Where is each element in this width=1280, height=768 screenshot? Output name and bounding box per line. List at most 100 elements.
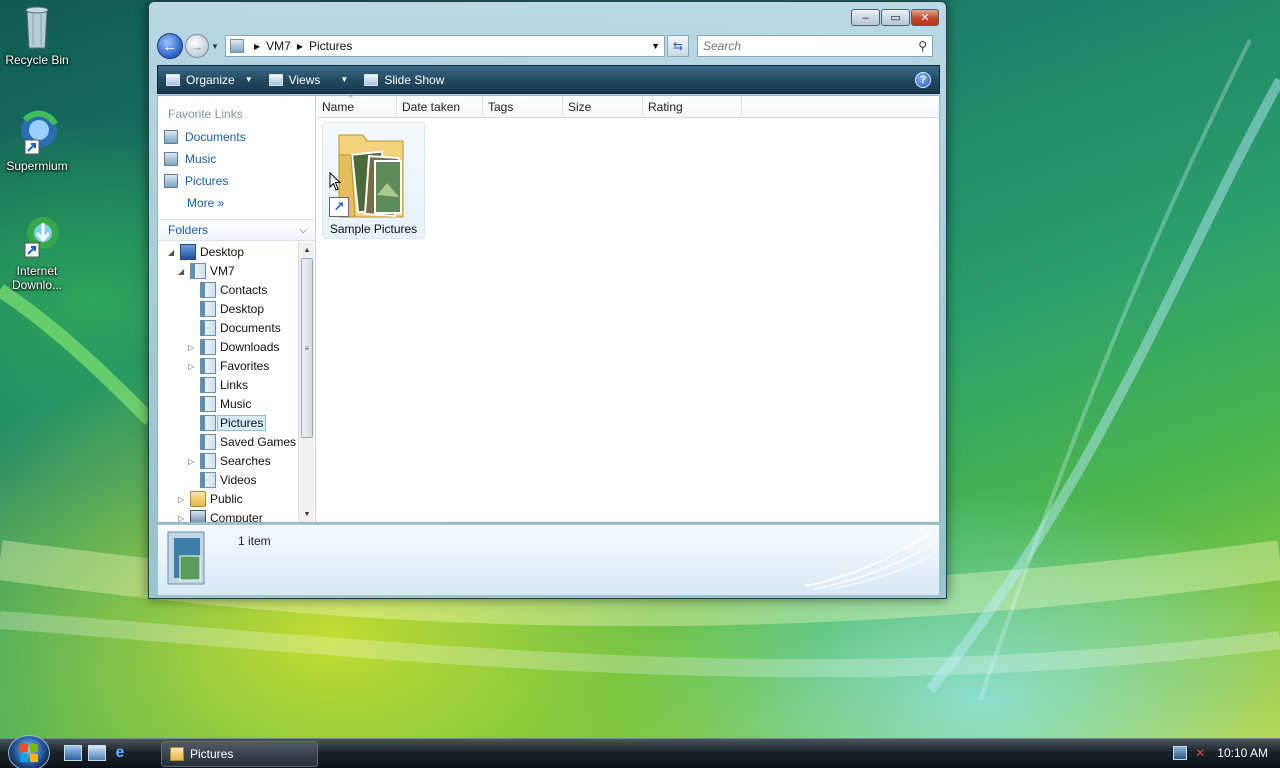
tree-item[interactable]: Desktop	[188, 300, 264, 318]
favorite-link-pictures[interactable]: Pictures	[164, 172, 228, 190]
details-pane-swoosh	[804, 532, 934, 590]
start-button[interactable]	[8, 735, 50, 768]
views-icon	[268, 73, 283, 86]
tree-item[interactable]: ▷ Downloads	[188, 338, 279, 356]
forward-arrow-icon: →	[190, 38, 204, 54]
explorer-body: Favorite Links Documents Music Pictures …	[157, 94, 940, 523]
favorite-link-music[interactable]: Music	[164, 150, 216, 168]
breadcrumb-separator-icon[interactable]: ▶	[297, 42, 303, 51]
search-icon[interactable]: ⚲	[918, 39, 927, 53]
slideshow-button[interactable]: Slide Show	[356, 66, 452, 93]
breadcrumb-current[interactable]: Pictures	[309, 39, 352, 53]
show-desktop-icon[interactable]	[64, 745, 82, 761]
chevron-down-icon: ▼	[340, 75, 349, 84]
tree-item[interactable]: Music	[188, 395, 251, 413]
tree-item[interactable]: ▷ Searches	[188, 452, 271, 470]
column-label: Rating	[648, 99, 683, 114]
tree-item[interactable]: ▷ Computer	[178, 509, 263, 522]
scroll-up-icon[interactable]: ▲	[299, 242, 315, 258]
column-tags[interactable]: Tags	[483, 96, 563, 117]
favorite-link-label: Music	[185, 152, 217, 166]
help-button[interactable]: ?	[915, 71, 931, 88]
more-links-button[interactable]: More »	[187, 196, 224, 210]
folders-title: Folders	[168, 223, 209, 237]
tree-item[interactable]: Saved Games	[188, 433, 296, 451]
search-box[interactable]: ⚲	[697, 35, 933, 57]
breadcrumb-separator-icon[interactable]: ▶	[254, 42, 260, 51]
recent-pages-dropdown[interactable]: ▼	[211, 42, 221, 51]
windows-logo-icon	[20, 744, 38, 762]
organize-button[interactable]: Organize ▼	[158, 66, 261, 93]
tree-item[interactable]: ▷ Favorites	[188, 357, 269, 375]
favorite-link-label: Pictures	[185, 174, 229, 188]
column-date-taken[interactable]: Date taken	[397, 96, 483, 117]
tree-scrollbar[interactable]: ▲ ≡ ▼	[298, 242, 314, 522]
tree-item[interactable]: ◢ Desktop	[168, 243, 244, 261]
close-button[interactable]: ✕	[911, 9, 939, 26]
address-dropdown-icon[interactable]: ▼	[651, 41, 660, 51]
tree-item[interactable]: Contacts	[188, 281, 267, 299]
expand-toggle-icon[interactable]: ◢	[178, 267, 188, 276]
desktop-icon-internet-download-manager[interactable]: Internet Downlo...	[0, 213, 74, 292]
expand-toggle-icon[interactable]: ▷	[188, 362, 198, 371]
breadcrumb-root[interactable]: VM7	[266, 39, 291, 53]
refresh-button[interactable]: ⇆	[667, 35, 689, 57]
tree-item[interactable]: Documents	[188, 319, 281, 337]
pictures-icon	[164, 174, 178, 188]
expand-toggle-icon[interactable]: ◢	[168, 248, 178, 257]
favorite-links-title: Favorite Links	[168, 107, 243, 121]
expand-toggle-icon[interactable]: ▷	[178, 514, 188, 523]
taskbar: e Pictures ✕ 10:10 AM	[0, 735, 1280, 768]
pictures-library-icon	[167, 531, 205, 585]
details-pane: 1 item	[157, 524, 940, 596]
volume-muted-icon[interactable]: ✕	[1195, 746, 1209, 760]
explorer-window[interactable]: – ▭ ✕ ← → ▼ ▶ VM7 ▶ Pictures ▼ ⇆ ⚲ Organ…	[148, 1, 947, 599]
back-button[interactable]: ←	[157, 33, 183, 59]
column-size[interactable]: Size	[563, 96, 643, 117]
window-controls: – ▭ ✕	[851, 9, 939, 26]
expand-toggle-icon[interactable]: ▷	[178, 495, 188, 504]
expand-toggle-icon[interactable]: ▷	[188, 343, 198, 352]
column-rating[interactable]: Rating	[643, 96, 742, 117]
tree-item-label: Desktop	[200, 245, 245, 259]
favorite-link-documents[interactable]: Documents	[164, 128, 246, 146]
maximize-button[interactable]: ▭	[881, 9, 910, 26]
tree-item[interactable]: Videos	[188, 471, 256, 489]
desktop-icon	[180, 244, 196, 260]
tree-item-label: Public	[210, 492, 243, 506]
tree-item-label: Computer	[210, 511, 263, 522]
supermium-icon	[13, 108, 61, 156]
tree-item[interactable]: ◢ VM7	[178, 262, 235, 280]
tree-item[interactable]: Pictures	[188, 414, 267, 432]
organize-label: Organize	[186, 72, 235, 87]
column-name[interactable]: ^ Name	[317, 94, 397, 117]
recycle-bin-icon	[13, 2, 61, 50]
taskbar-button-pictures[interactable]: Pictures	[161, 741, 318, 767]
tree-item[interactable]: ▷ Public	[178, 490, 243, 508]
network-icon[interactable]	[1173, 746, 1188, 760]
folders-header[interactable]: Folders ⌵	[158, 219, 315, 241]
music-icon	[164, 152, 178, 166]
clock[interactable]: 10:10 AM	[1217, 746, 1268, 760]
tree-item-label: Searches	[220, 454, 271, 468]
address-bar[interactable]: ▶ VM7 ▶ Pictures ▼	[225, 35, 665, 57]
desktop-icon-recycle-bin[interactable]: Recycle Bin	[0, 2, 74, 67]
tree-item[interactable]: Links	[188, 376, 248, 394]
mouse-cursor-icon	[329, 172, 342, 191]
tree-item-label: Saved Games	[220, 435, 297, 449]
internet-explorer-icon[interactable]: e	[111, 745, 129, 761]
scroll-down-icon[interactable]: ▼	[299, 506, 315, 522]
views-button[interactable]: Views ▼	[261, 66, 357, 93]
scroll-thumb[interactable]: ≡	[301, 258, 313, 438]
library-folder-icon	[200, 377, 216, 393]
switch-windows-icon[interactable]	[88, 745, 106, 761]
minimize-button[interactable]: –	[851, 9, 880, 26]
tree-item-label: Downloads	[220, 340, 280, 354]
expand-toggle-icon[interactable]: ▷	[188, 457, 198, 466]
forward-button[interactable]: →	[185, 34, 209, 58]
search-input[interactable]	[703, 39, 903, 53]
favorite-link-label: Documents	[185, 130, 246, 144]
chevron-down-icon: ⌵	[299, 224, 307, 236]
organize-icon	[166, 73, 180, 86]
desktop-icon-supermium[interactable]: Supermium	[0, 108, 74, 173]
